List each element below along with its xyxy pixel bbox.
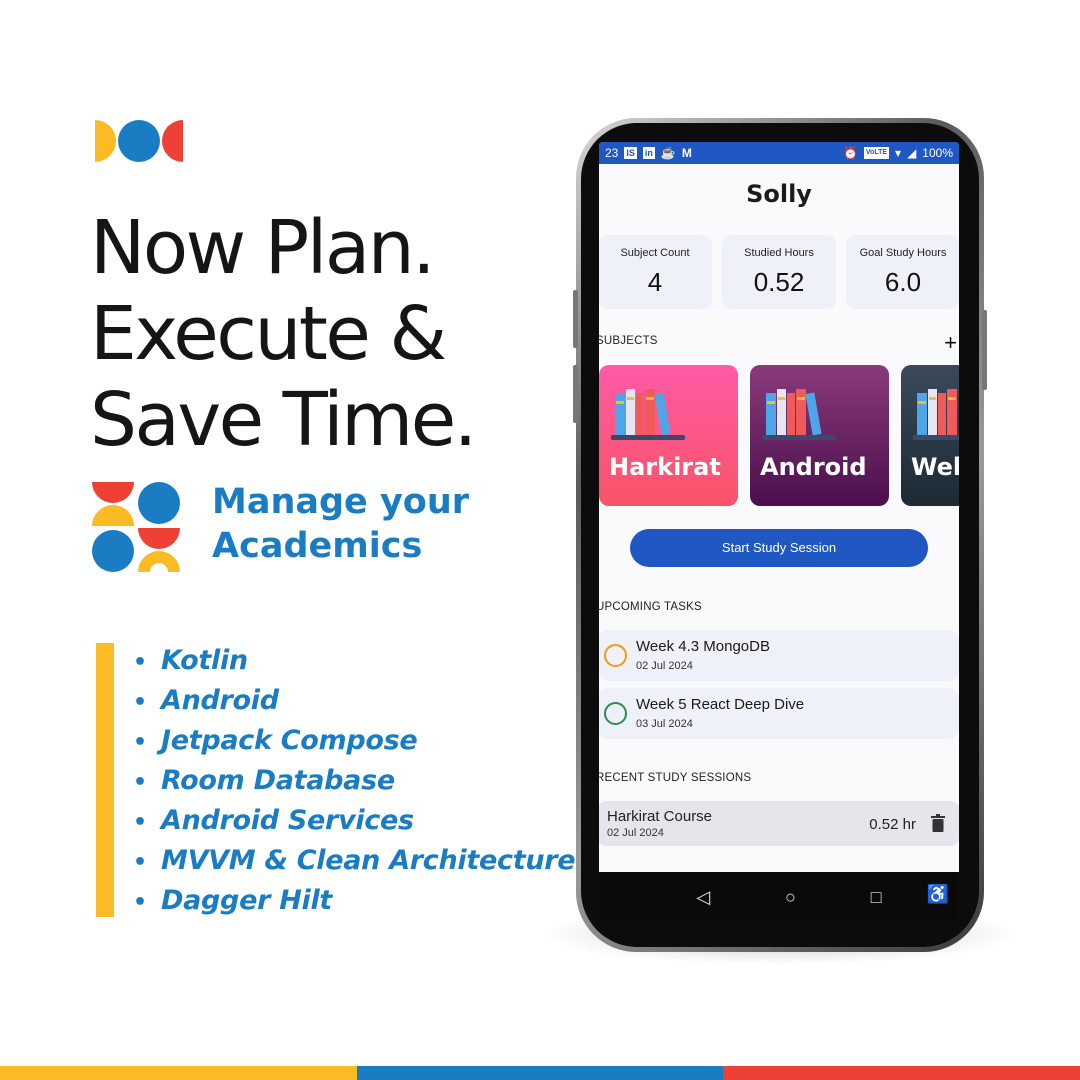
- stat-card-goal-hours[interactable]: Goal Study Hours 6.0: [846, 235, 959, 309]
- task-title: Week 5 React Deep Dive: [636, 696, 805, 713]
- headline-line-1: Now Plan.: [90, 205, 436, 291]
- stat-card-subject-count: Subject Count 4: [599, 235, 712, 309]
- stat-value: 0.52: [753, 267, 805, 297]
- brand-logo: [95, 120, 183, 162]
- alarm-icon: ⏰: [842, 146, 858, 160]
- subtitle-line-2: Academics: [212, 526, 423, 566]
- back-icon[interactable]: ◁: [696, 887, 710, 908]
- stripe-yellow: [0, 1066, 357, 1080]
- tech-list: • Kotlin • Android • Jetpack Compose • Room …: [133, 641, 576, 921]
- task-item[interactable]: Week 5 React Deep Dive 03 Jul 2024: [599, 688, 959, 739]
- tech-item: • Kotlin: [133, 645, 248, 676]
- status-time: 23: [605, 146, 619, 160]
- power-button: [982, 310, 987, 390]
- volume-button: [573, 290, 578, 348]
- session-title: Harkirat Course: [607, 808, 713, 825]
- accent-bar: [96, 643, 114, 917]
- subject-name: Web: [911, 453, 959, 481]
- subject-name: Android: [760, 453, 867, 481]
- status-bar: 23 IS in ☕ M ⏰ VoLTE ▾ ◢ 100%: [599, 142, 959, 164]
- tech-item: • Android: [133, 685, 279, 716]
- headline-line-2: Execute &: [90, 291, 447, 377]
- books-icon: [762, 389, 836, 440]
- stats-row: Subject Count 4 Studied Hours 0.52 Goal …: [599, 235, 959, 309]
- tech-item: • Dagger Hilt: [133, 885, 333, 916]
- accessibility-icon[interactable]: ♿: [927, 884, 949, 905]
- stat-value: 4: [647, 267, 663, 297]
- task-item[interactable]: Week 4.3 MongoDB 02 Jul 2024: [599, 630, 959, 681]
- task-checkbox[interactable]: [604, 702, 627, 725]
- signal-icon: ◢: [907, 146, 917, 160]
- volume-button: [573, 365, 578, 423]
- home-icon[interactable]: ○: [785, 887, 796, 908]
- tech-item: • Room Database: [133, 765, 395, 796]
- android-nav-bar: ◁ ○ □ ♿: [599, 872, 959, 922]
- stat-value: 6.0: [884, 267, 922, 297]
- books-icon: [913, 389, 959, 440]
- trash-icon[interactable]: [931, 814, 945, 832]
- tech-item: • Android Services: [133, 805, 414, 836]
- wifi-icon: ▾: [895, 146, 902, 160]
- task-checkbox[interactable]: [604, 644, 627, 667]
- notification-icon: ☕: [660, 146, 676, 160]
- stat-label: Goal Study Hours: [859, 247, 947, 259]
- tech-item: • MVVM & Clean Architecture: [133, 845, 576, 876]
- task-date: 02 Jul 2024: [636, 660, 693, 672]
- stripe-red: [723, 1066, 1080, 1080]
- recent-sessions-heading: RECENT STUDY SESSIONS: [599, 772, 752, 784]
- task-date: 03 Jul 2024: [636, 718, 693, 730]
- add-subject-icon[interactable]: +: [944, 332, 957, 354]
- academics-shapes-icon: [92, 482, 180, 574]
- stripe-blue: [357, 1066, 723, 1080]
- task-title: Week 4.3 MongoDB: [636, 638, 770, 655]
- books-icon: [611, 389, 685, 440]
- headline: Now Plan. Execute & Save Time.: [90, 205, 560, 463]
- headline-line-3: Save Time.: [90, 377, 477, 463]
- app-title: Solly: [746, 180, 812, 208]
- stat-card-studied-hours: Studied Hours 0.52: [722, 235, 836, 309]
- notification-icon: M: [681, 146, 692, 160]
- subject-card[interactable]: Android: [750, 365, 889, 506]
- subject-card[interactable]: Web: [901, 365, 959, 506]
- stat-label: Studied Hours: [744, 247, 814, 259]
- subtitle: Manage your Academics: [212, 480, 532, 568]
- subtitle-line-1: Manage your: [212, 482, 469, 522]
- session-item: Harkirat Course 02 Jul 2024 0.52 hr: [599, 801, 959, 846]
- stat-label: Subject Count: [620, 247, 690, 259]
- subjects-heading: SUBJECTS: [599, 335, 658, 347]
- linkedin-icon: in: [642, 147, 655, 159]
- session-date: 02 Jul 2024: [607, 827, 664, 839]
- recents-icon[interactable]: □: [871, 887, 882, 908]
- subject-name: Harkirat: [609, 453, 721, 481]
- start-study-session-button[interactable]: Start Study Session: [630, 529, 928, 567]
- session-hours: 0.52 hr: [869, 816, 916, 833]
- subject-card[interactable]: Harkirat: [599, 365, 738, 506]
- subjects-row: Harkirat Android Web: [599, 365, 959, 506]
- battery-level: 100%: [922, 146, 953, 160]
- upcoming-tasks-heading: UPCOMING TASKS: [599, 601, 702, 613]
- notification-icon: IS: [624, 147, 637, 159]
- volte-icon: VoLTE: [863, 147, 890, 159]
- app-screen: 23 IS in ☕ M ⏰ VoLTE ▾ ◢ 100% Solly Subj…: [599, 142, 959, 922]
- tech-item: • Jetpack Compose: [133, 725, 418, 756]
